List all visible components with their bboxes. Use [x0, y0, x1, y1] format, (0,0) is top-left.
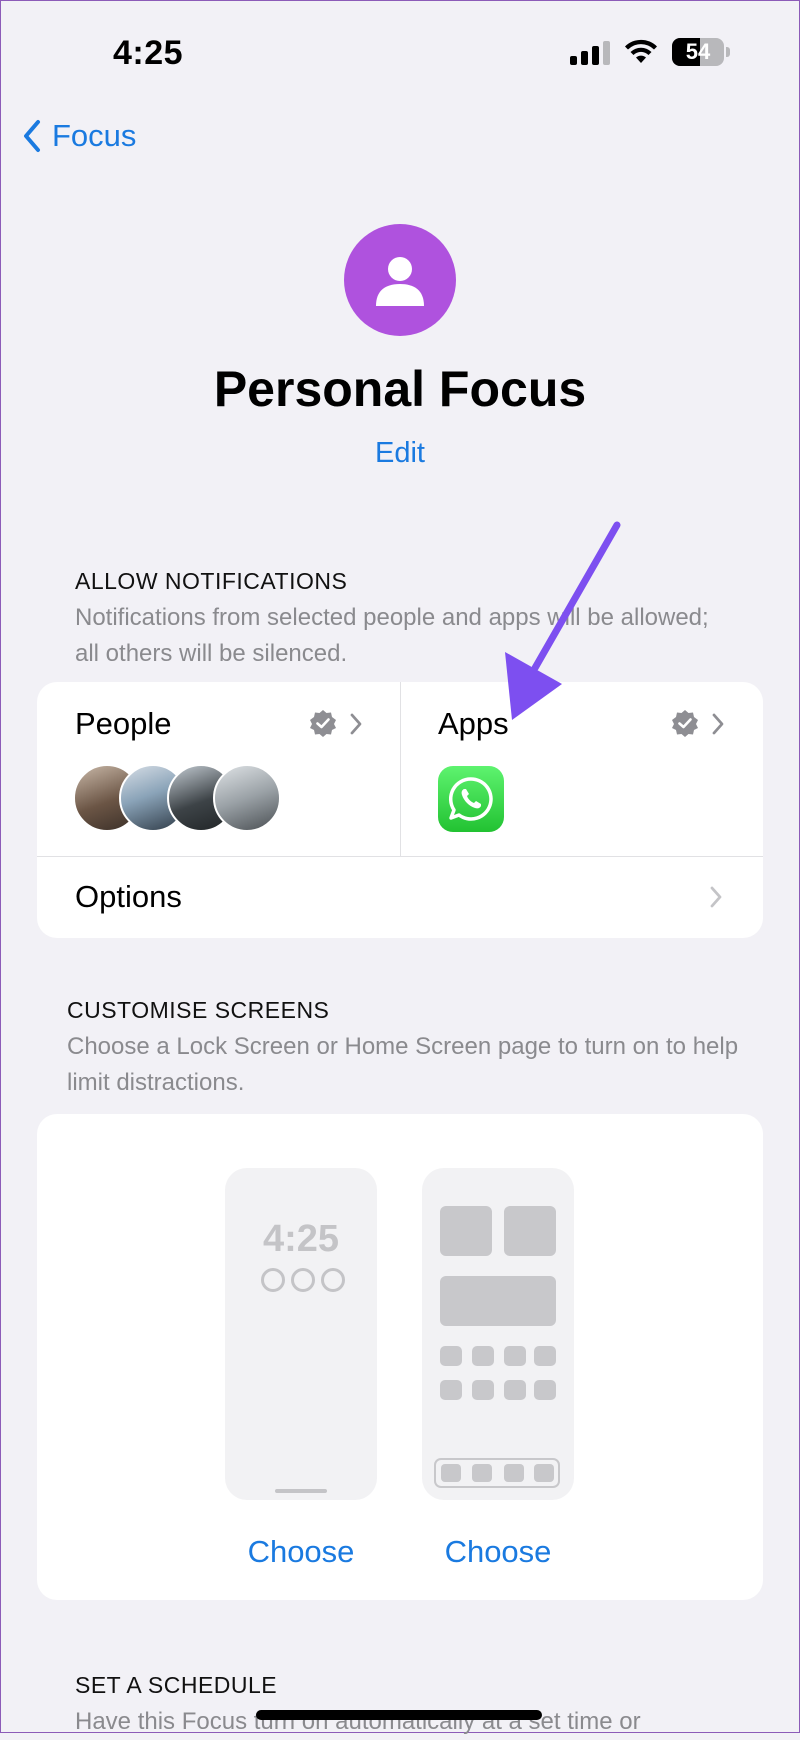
options-row[interactable]: Options	[37, 857, 763, 938]
people-cell[interactable]: People	[37, 682, 400, 856]
verified-badge-icon	[310, 710, 336, 737]
whatsapp-icon	[438, 766, 504, 832]
apps-label: Apps	[438, 706, 509, 741]
choose-home-screen-button[interactable]: Choose	[422, 1534, 574, 1570]
app-placeholder	[504, 1346, 526, 1366]
people-avatars	[73, 764, 283, 832]
app-placeholder	[440, 1346, 462, 1366]
schedule-header: SET A SCHEDULE	[75, 1672, 278, 1698]
chevron-left-icon	[24, 120, 40, 152]
allow-notifications-header: ALLOW NOTIFICATIONS	[75, 568, 348, 594]
chevron-right-icon	[712, 713, 724, 735]
cellular-signal-icon	[570, 39, 610, 65]
app-placeholder	[504, 1380, 526, 1400]
contact-avatar	[213, 764, 281, 832]
lock-screen-time: 4:25	[262, 1218, 340, 1260]
app-placeholder	[472, 1346, 494, 1366]
app-placeholder	[440, 1380, 462, 1400]
widget-placeholder	[440, 1276, 556, 1326]
person-icon	[376, 257, 424, 306]
battery-percent: 54	[685, 39, 711, 64]
app-placeholder	[472, 1380, 494, 1400]
widget-placeholder	[504, 1206, 556, 1256]
customise-screens-card: 4:25 Choose Choose	[37, 1114, 763, 1600]
customise-screens-description: Choose a Lock Screen or Home Screen page…	[67, 1033, 739, 1096]
focus-avatar	[344, 224, 456, 336]
allow-notifications-card: People Apps Options	[37, 682, 763, 938]
back-button[interactable]: Focus	[22, 118, 136, 154]
app-placeholder	[534, 1346, 556, 1366]
app-placeholder	[534, 1380, 556, 1400]
chevron-right-icon	[710, 886, 722, 908]
options-label: Options	[75, 879, 182, 914]
chevron-right-icon	[350, 713, 362, 735]
edit-button[interactable]: Edit	[0, 437, 800, 470]
people-label: People	[75, 706, 172, 741]
lock-screen-widgets	[261, 1268, 345, 1292]
wifi-icon	[625, 39, 657, 63]
allow-notifications-description: Notifications from selected people and a…	[75, 604, 709, 667]
verified-badge-icon	[672, 710, 698, 737]
lock-screen-preview[interactable]: 4:25	[225, 1168, 377, 1500]
widget-placeholder	[440, 1206, 492, 1256]
home-indicator[interactable]	[256, 1710, 542, 1720]
home-bar	[275, 1489, 327, 1493]
page-title: Personal Focus	[213, 361, 587, 417]
customise-screens-header: CUSTOMISE SCREENS	[67, 997, 330, 1023]
back-label: Focus	[52, 118, 137, 153]
status-time: 4:25	[113, 34, 184, 72]
choose-lock-screen-button[interactable]: Choose	[225, 1534, 377, 1570]
dock-placeholder	[434, 1458, 560, 1488]
status-icons: 54	[570, 38, 730, 66]
home-screen-preview[interactable]	[422, 1168, 574, 1500]
battery-icon: 54	[672, 38, 724, 66]
battery-indicator: 54	[672, 38, 730, 66]
whatsapp-glyph-icon	[448, 777, 493, 821]
